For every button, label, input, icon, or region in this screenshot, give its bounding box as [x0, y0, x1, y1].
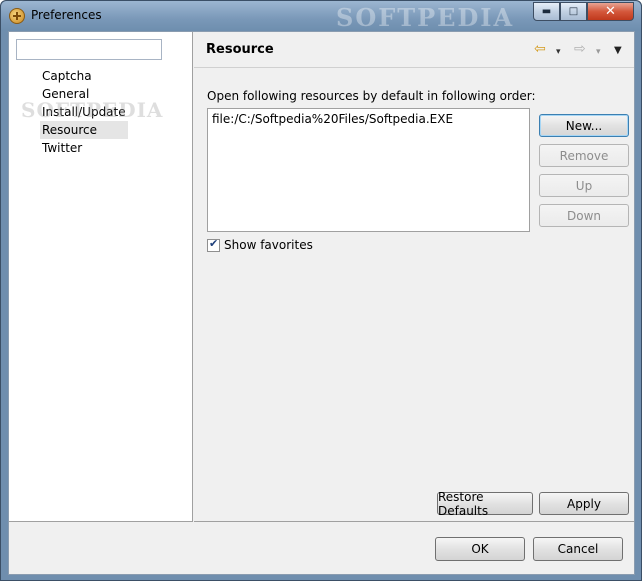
watermark: SOFTPEDIA	[336, 3, 515, 32]
up-button[interactable]: Up	[539, 174, 629, 197]
window-title: Preferences	[31, 8, 102, 22]
show-favorites-option[interactable]: Show favorites	[207, 237, 313, 252]
down-button[interactable]: Down	[539, 204, 629, 227]
close-icon: ✕	[605, 4, 616, 19]
filter-input[interactable]	[16, 39, 162, 60]
list-item[interactable]: file:/C:/Softpedia%20Files/Softpedia.EXE	[212, 112, 525, 127]
resources-description: Open following resources by default in f…	[207, 89, 536, 103]
show-favorites-checkbox[interactable]	[207, 237, 220, 252]
client-area: Captcha General Install/Update Resource …	[8, 31, 635, 575]
title-bar[interactable]: Preferences SOFTPEDIA ▬ □ ✕	[1, 1, 641, 32]
ok-button[interactable]: OK	[435, 537, 525, 561]
show-favorites-label: Show favorites	[224, 238, 313, 252]
cancel-button[interactable]: Cancel	[533, 537, 623, 561]
page-title: Resource	[206, 42, 274, 57]
preferences-window: Preferences SOFTPEDIA ▬ □ ✕ Captcha Gene…	[0, 0, 642, 581]
preference-tree-panel: Captcha General Install/Update Resource …	[9, 32, 193, 522]
remove-button[interactable]: Remove	[539, 144, 629, 167]
resources-list[interactable]: file:/C:/Softpedia%20Files/Softpedia.EXE	[207, 108, 530, 232]
page-header: Resource ⇦ ▾ ⇨ ▾ ▼	[194, 32, 634, 68]
apply-button[interactable]: Apply	[539, 492, 629, 515]
close-button[interactable]: ✕	[587, 2, 634, 21]
app-icon	[9, 8, 25, 24]
tree-item-resource[interactable]: Resource	[40, 121, 128, 139]
back-dropdown-icon[interactable]: ▾	[556, 44, 561, 60]
back-arrow-icon[interactable]: ⇦	[534, 41, 546, 57]
restore-defaults-button[interactable]: Restore Defaults	[437, 490, 533, 518]
maximize-button[interactable]: □	[560, 2, 587, 21]
tree-item-install-update[interactable]: Install/Update	[40, 103, 128, 121]
minimize-button[interactable]: ▬	[533, 2, 560, 21]
forward-dropdown-icon[interactable]: ▾	[596, 44, 601, 60]
view-menu-icon[interactable]: ▼	[614, 43, 622, 59]
tree-item-general[interactable]: General	[40, 85, 128, 103]
preference-tree: Captcha General Install/Update Resource …	[40, 67, 128, 157]
minimize-icon: ▬	[541, 6, 552, 17]
new-button[interactable]: New...	[539, 114, 629, 137]
forward-arrow-icon[interactable]: ⇨	[574, 41, 586, 57]
tree-item-twitter[interactable]: Twitter	[40, 139, 128, 157]
preference-page: Resource ⇦ ▾ ⇨ ▾ ▼ Open following resour…	[194, 32, 634, 522]
tree-item-captcha[interactable]: Captcha	[40, 67, 128, 85]
maximize-icon: □	[568, 6, 579, 17]
